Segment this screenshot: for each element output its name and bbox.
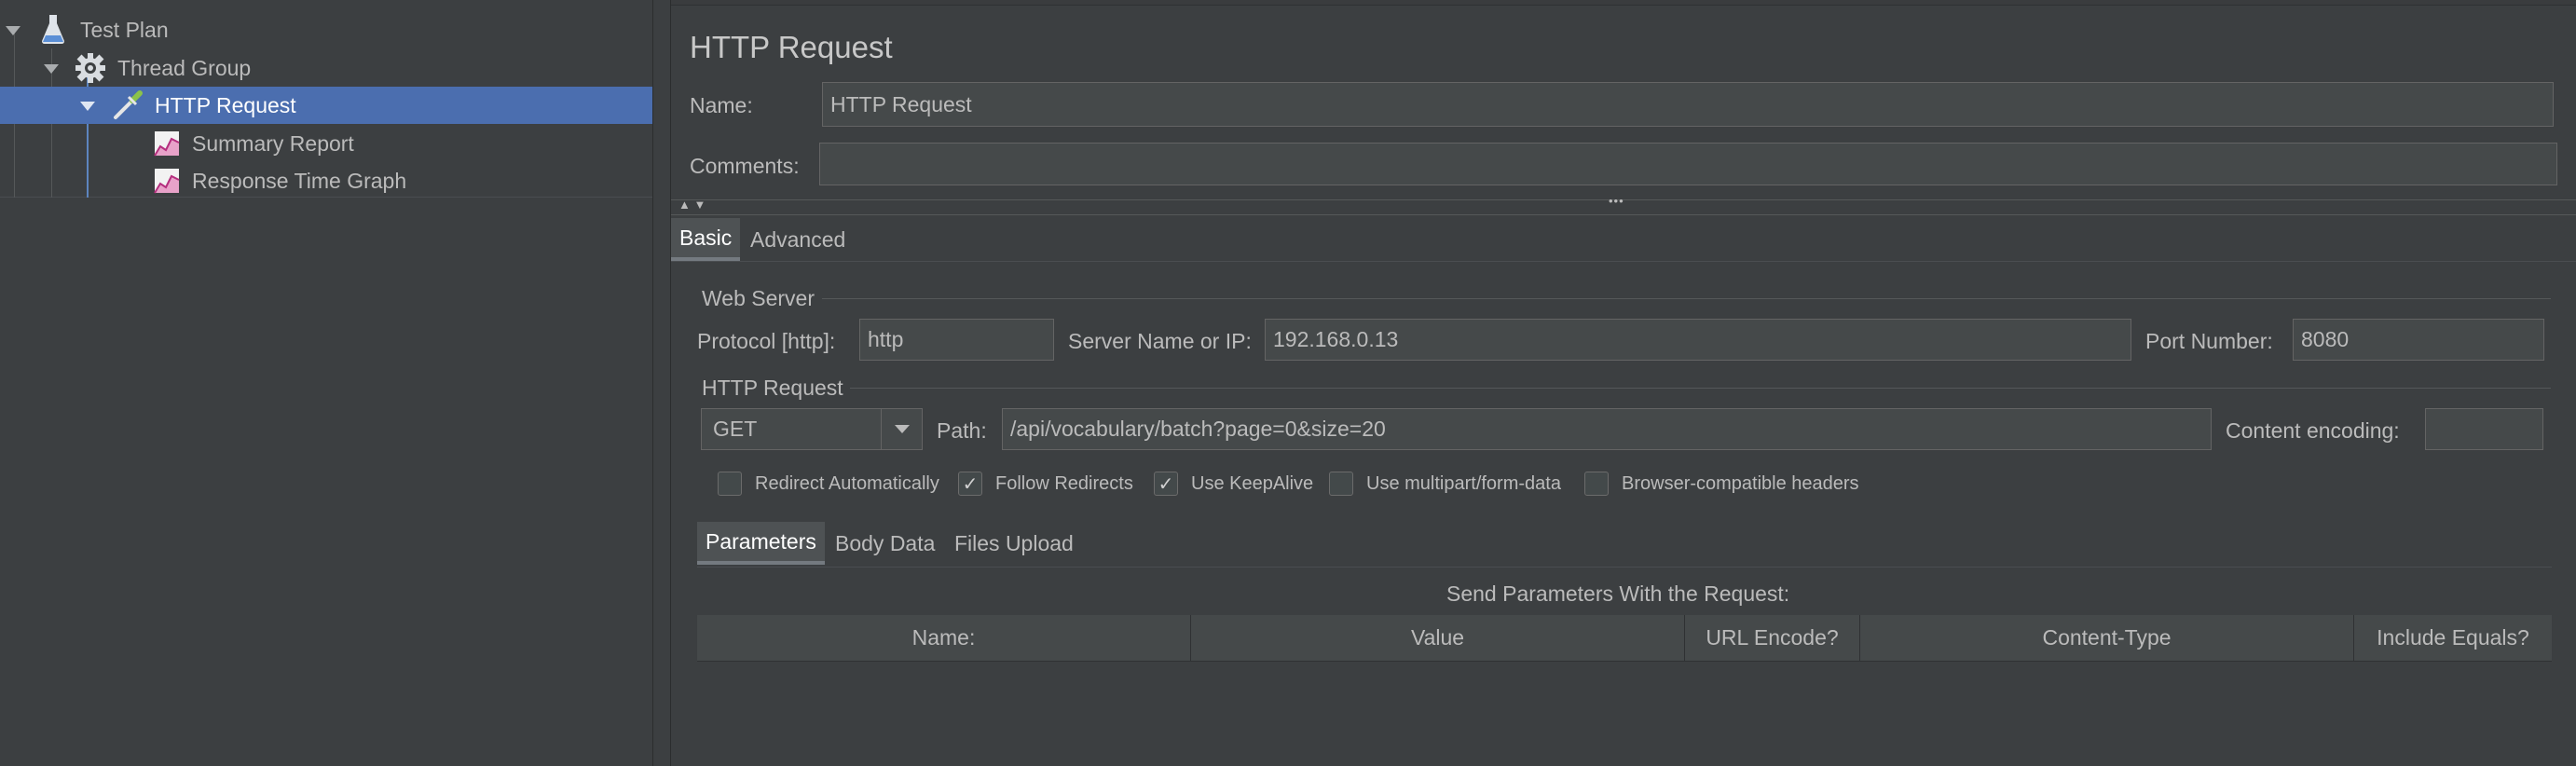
checkmark-icon[interactable]: ✓ xyxy=(958,472,982,496)
tab-parameters[interactable]: Parameters xyxy=(697,522,825,565)
tab-basic-label: Basic xyxy=(679,225,733,250)
name-field-value: HTTP Request xyxy=(830,91,972,116)
checkbox-label: Follow Redirects xyxy=(995,472,1133,494)
use-multipart-checkbox[interactable]: Use multipart/form-data xyxy=(1329,472,1561,496)
checkbox-label: Browser-compatible headers xyxy=(1622,472,1859,494)
content-encoding-field[interactable] xyxy=(2425,408,2543,450)
path-field-value: /api/vocabulary/batch?page=0&size=20 xyxy=(1010,417,1386,441)
tree-item-test-plan[interactable]: Test Plan xyxy=(0,11,652,48)
tab-advanced[interactable]: Advanced xyxy=(742,218,854,261)
drag-handle-icon[interactable]: ••• xyxy=(1609,194,1624,208)
params-table-caption: Send Parameters With the Request: xyxy=(1446,581,1790,606)
redirect-automatically-checkbox[interactable]: Redirect Automatically xyxy=(718,472,939,496)
pipette-icon xyxy=(112,89,144,121)
port-number-field-value: 8080 xyxy=(2301,327,2350,351)
column-header-value[interactable]: Value xyxy=(1191,615,1685,661)
tree-item-label: Test Plan xyxy=(80,17,169,42)
collapse-arrows-icon[interactable]: ▲ ▼ xyxy=(678,198,706,212)
section-line xyxy=(850,388,2551,389)
gear-icon xyxy=(75,52,106,84)
content-encoding-label: Content encoding: xyxy=(2226,418,2400,443)
tab-files-upload[interactable]: Files Upload xyxy=(946,522,1082,565)
protocol-label: Protocol [http]: xyxy=(697,329,836,353)
tree-item-http-request[interactable]: HTTP Request xyxy=(0,87,652,124)
method-select[interactable]: GET xyxy=(701,408,923,450)
comments-label: Comments: xyxy=(690,154,800,178)
chevron-down-icon[interactable] xyxy=(881,409,922,449)
tree-item-summary-report[interactable]: Summary Report xyxy=(0,125,652,162)
tab-body-data-label: Body Data xyxy=(835,530,936,555)
page-title: HTTP Request xyxy=(690,30,893,64)
expand-triangle-icon[interactable] xyxy=(80,102,95,111)
graph-icon xyxy=(151,128,183,159)
tree-item-label: Response Time Graph xyxy=(192,168,407,193)
params-table-header: Name: Value URL Encode? Content-Type Inc… xyxy=(697,615,2552,662)
tree-item-label: Summary Report xyxy=(192,130,354,156)
tab-basic[interactable]: Basic xyxy=(671,218,741,261)
tree-item-thread-group[interactable]: Thread Group xyxy=(0,49,652,87)
tab-files-upload-label: Files Upload xyxy=(954,530,1074,555)
checkmark-icon[interactable]: ✓ xyxy=(1154,472,1178,496)
path-label: Path: xyxy=(937,418,987,443)
column-header-include-equals[interactable]: Include Equals? xyxy=(2354,615,2552,661)
section-line xyxy=(822,298,2551,299)
browser-compatible-headers-checkbox[interactable]: Browser-compatible headers xyxy=(1584,472,1859,496)
expand-triangle-icon[interactable] xyxy=(6,26,21,35)
name-label: Name: xyxy=(690,93,753,117)
port-number-field[interactable]: 8080 xyxy=(2293,319,2544,361)
tab-parameters-label: Parameters xyxy=(706,528,816,554)
panel-splitter[interactable] xyxy=(652,0,671,766)
checkbox-box[interactable] xyxy=(1329,472,1353,496)
checkbox-label: Use multipart/form-data xyxy=(1366,472,1561,494)
expand-triangle-icon[interactable] xyxy=(44,64,59,74)
web-server-section-title: Web Server xyxy=(702,286,815,310)
method-select-value: GET xyxy=(713,417,758,441)
follow-redirects-checkbox[interactable]: ✓ Follow Redirects xyxy=(958,472,1133,496)
tab-divider xyxy=(697,567,2552,568)
server-name-label: Server Name or IP: xyxy=(1068,329,1252,353)
tab-divider xyxy=(671,261,2576,262)
tab-body-data[interactable]: Body Data xyxy=(827,522,943,565)
test-plan-tree: Test Plan Thread Group HTTP Request Summ… xyxy=(0,0,652,766)
http-request-section-title: HTTP Request xyxy=(702,376,843,400)
tree-item-response-time-graph[interactable]: Response Time Graph xyxy=(0,162,652,199)
column-header-url-encode[interactable]: URL Encode? xyxy=(1685,615,1860,661)
column-header-content-type[interactable]: Content-Type xyxy=(1860,615,2354,661)
path-field[interactable]: /api/vocabulary/batch?page=0&size=20 xyxy=(1002,408,2212,450)
protocol-field[interactable]: http xyxy=(859,319,1054,361)
tab-advanced-label: Advanced xyxy=(750,226,846,252)
graph-icon xyxy=(151,165,183,197)
server-name-field[interactable]: 192.168.0.13 xyxy=(1265,319,2131,361)
comments-field[interactable] xyxy=(819,143,2557,185)
checkbox-label: Use KeepAlive xyxy=(1191,472,1314,494)
tree-item-label: HTTP Request xyxy=(155,92,296,117)
split-divider xyxy=(671,214,2576,215)
checkbox-label: Redirect Automatically xyxy=(755,472,939,494)
port-number-label: Port Number: xyxy=(2145,329,2273,353)
flask-icon xyxy=(37,13,69,45)
server-name-field-value: 192.168.0.13 xyxy=(1273,327,1399,351)
name-field[interactable]: HTTP Request xyxy=(822,82,2554,127)
column-header-name[interactable]: Name: xyxy=(697,615,1191,661)
tree-item-label: Thread Group xyxy=(117,55,252,80)
checkbox-box[interactable] xyxy=(718,472,742,496)
checkbox-box[interactable] xyxy=(1584,472,1609,496)
use-keepalive-checkbox[interactable]: ✓ Use KeepAlive xyxy=(1154,472,1313,496)
protocol-field-value: http xyxy=(868,327,904,351)
